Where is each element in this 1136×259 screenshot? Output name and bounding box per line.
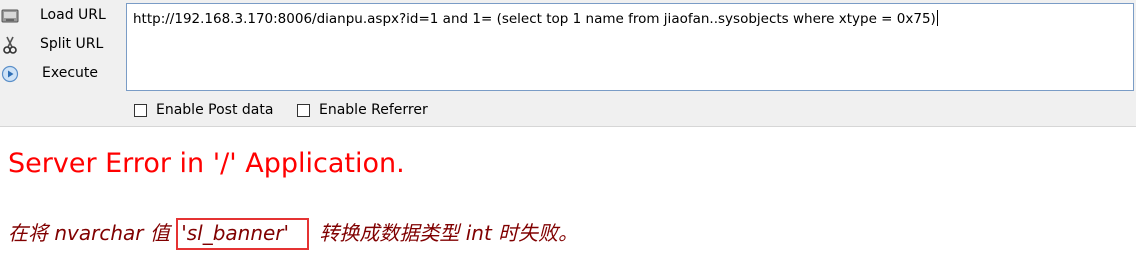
execute-label: Execute [42, 65, 98, 81]
enable-post-data-label: Enable Post data [156, 102, 274, 118]
url-text: http://192.168.3.170:8006/dianpu.aspx?id… [133, 11, 936, 27]
enable-referrer-checkbox[interactable]: Enable Referrer [297, 101, 428, 119]
load-url-label: Load URL [40, 7, 106, 23]
split-url-label: Split URL [40, 36, 104, 52]
checkbox-box[interactable] [297, 103, 310, 117]
load-url-button[interactable]: Load URL [0, 3, 124, 29]
highlighted-value: 'sl_banner' [176, 218, 310, 250]
error-title: Server Error in '/' Application. [8, 148, 405, 179]
hackbar-toolbar: Load URL Split URL Execute http://192.16… [0, 0, 1136, 127]
url-input[interactable]: http://192.168.3.170:8006/dianpu.aspx?id… [126, 3, 1134, 91]
error-message-prefix: 在将 nvarchar 值 [8, 221, 177, 245]
checkbox-box[interactable] [134, 103, 147, 117]
enable-referrer-label: Enable Referrer [319, 102, 428, 118]
text-caret [936, 10, 938, 26]
load-url-icon [1, 7, 19, 25]
error-message: 在将 nvarchar 值 'sl_banner' 转换成数据类型 int 时失… [8, 217, 579, 250]
play-icon [1, 65, 19, 83]
split-url-button[interactable]: Split URL [0, 32, 124, 58]
error-message-suffix: 转换成数据类型 int 时失败。 [313, 221, 579, 245]
enable-post-data-checkbox[interactable]: Enable Post data [134, 101, 273, 119]
scissors-icon [1, 36, 19, 54]
execute-button[interactable]: Execute [0, 61, 124, 87]
